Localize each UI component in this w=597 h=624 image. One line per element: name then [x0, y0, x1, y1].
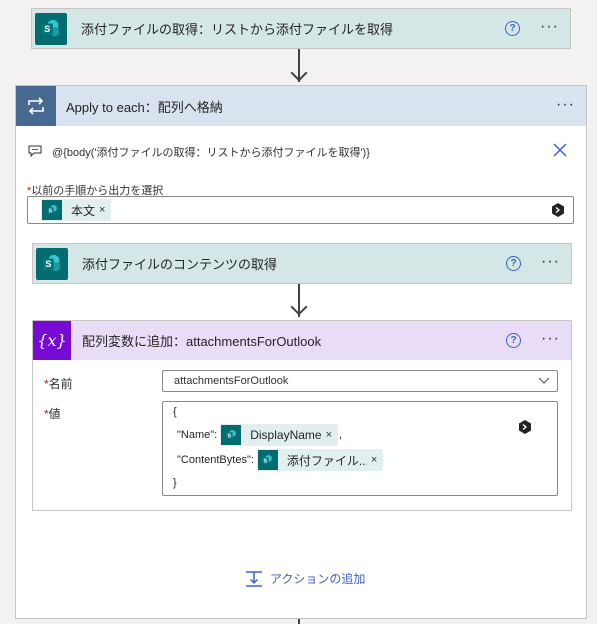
apply-to-each-title: Apply to each：配列へ格納	[66, 99, 223, 115]
sharepoint-icon: S	[221, 425, 242, 445]
content-property-line: "ContentBytes": S 添付ファイル... ×	[177, 449, 384, 471]
sharepoint-icon: S	[35, 12, 67, 45]
value-editor[interactable]: { "Name": S DisplayName × , "ContentByte…	[162, 401, 558, 496]
name-select-value: attachmentsForOutlook	[174, 375, 289, 387]
sharepoint-icon: S	[42, 200, 62, 220]
name-property-line: "Name": S DisplayName × ,	[177, 424, 342, 446]
loop-icon	[16, 86, 56, 126]
card-title: 配列変数に追加：attachmentsForOutlook	[82, 334, 322, 349]
content-key: "ContentBytes":	[177, 454, 254, 466]
token-label: DisplayName	[250, 428, 322, 442]
get-file-content-card[interactable]: S 添付ファイルのコンテンツの取得 ? ···	[32, 243, 572, 284]
add-action-button[interactable]: アクションの追加	[245, 570, 365, 587]
expression-text: @{body('添付ファイルの取得：リストから添付ファイルを取得')}	[52, 147, 370, 159]
more-icon[interactable]: ···	[541, 254, 560, 270]
body-token[interactable]: S 本文 ×	[41, 199, 112, 221]
chevron-down-icon	[538, 377, 550, 384]
more-icon[interactable]: ···	[540, 19, 559, 35]
get-attachments-card[interactable]: S 添付ファイルの取得：リストから添付ファイルを取得 ? ···	[31, 8, 571, 49]
dynamic-content-icon[interactable]	[551, 203, 565, 217]
svg-text:S: S	[45, 259, 51, 269]
svg-text:S: S	[44, 24, 50, 34]
token-label: 添付ファイル...	[286, 453, 367, 468]
help-icon[interactable]: ?	[506, 256, 521, 271]
json-open-brace: {	[173, 406, 177, 418]
close-icon[interactable]	[553, 143, 567, 157]
append-to-array-card[interactable]: {x} 配列変数に追加：attachmentsForOutlook ? ··· …	[32, 320, 572, 511]
apply-to-each-card[interactable]: Apply to each：配列へ格納 ··· @{body('添付ファイルの取…	[15, 85, 587, 619]
token-label: 本文	[71, 203, 96, 218]
svg-text:S: S	[48, 208, 52, 214]
card-title: 添付ファイルの取得：リストから添付ファイルを取得	[81, 22, 394, 37]
json-comma: ,	[339, 429, 343, 441]
sharepoint-icon: S	[36, 247, 68, 280]
add-action-label: アクションの追加	[270, 572, 366, 586]
more-icon[interactable]: ···	[541, 331, 560, 347]
connector-arrow	[298, 619, 300, 624]
name-select[interactable]: attachmentsForOutlook	[162, 370, 558, 392]
remove-token-icon[interactable]: ×	[326, 429, 332, 441]
dynamic-content-icon[interactable]	[518, 420, 532, 434]
select-output-field[interactable]: S 本文 ×	[27, 196, 574, 224]
json-close-brace: }	[173, 477, 177, 489]
connector-arrowhead	[290, 298, 308, 316]
more-icon[interactable]: ···	[556, 97, 575, 113]
comment-icon[interactable]	[28, 145, 42, 157]
svg-text:S: S	[264, 458, 268, 464]
help-icon[interactable]: ?	[506, 333, 521, 348]
card-title: 添付ファイルのコンテンツの取得	[82, 257, 278, 272]
value-label: *値	[44, 407, 61, 421]
attachment-content-token[interactable]: S 添付ファイル... ×	[256, 449, 384, 471]
display-name-token[interactable]: S DisplayName ×	[220, 424, 339, 446]
help-icon[interactable]: ?	[505, 21, 520, 36]
connector-arrowhead	[290, 64, 308, 82]
svg-text:S: S	[227, 433, 231, 439]
remove-token-icon[interactable]: ×	[99, 204, 105, 216]
name-label: *名前	[44, 377, 73, 391]
add-action-icon	[246, 570, 262, 587]
sharepoint-icon: S	[257, 450, 278, 470]
remove-token-icon[interactable]: ×	[371, 454, 377, 466]
name-key: "Name":	[177, 429, 218, 441]
variable-icon: {x}	[33, 321, 71, 360]
